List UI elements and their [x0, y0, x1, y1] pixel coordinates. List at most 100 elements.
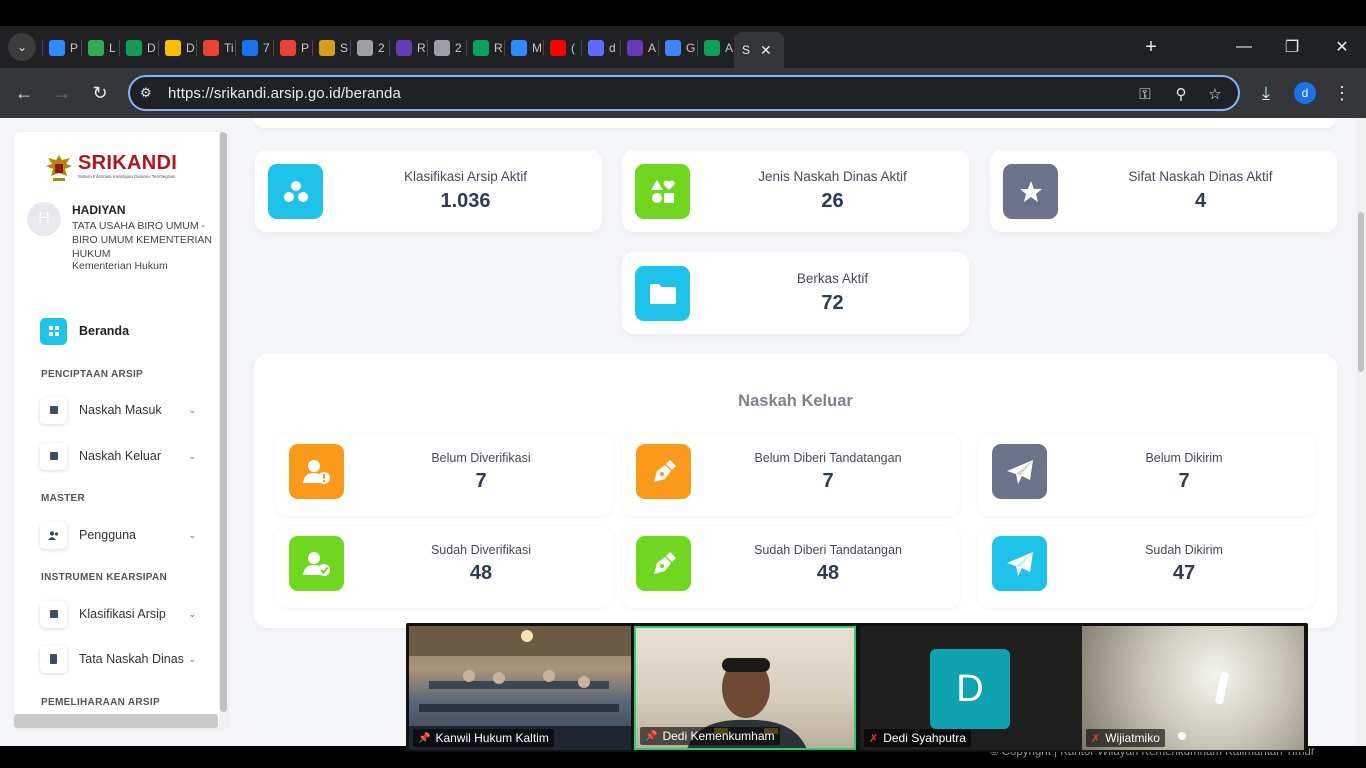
url-text[interactable]: https://srikandi.arsip.go.id/beranda — [168, 85, 401, 102]
browser-tab[interactable]: D — [161, 34, 201, 62]
gmail-icon — [203, 40, 219, 56]
tab-title: d — [609, 41, 616, 55]
browser-tab[interactable]: 7 — [238, 34, 278, 62]
d-round-icon — [588, 40, 604, 56]
navigation-bar: ← → ↻ ⚙ https://srikandi.arsip.go.id/ber… — [0, 68, 1366, 118]
zoom-icon[interactable]: ⚲ — [1170, 83, 1192, 105]
stat-sifat-naskah-dinas[interactable]: Sifat Naskah Dinas Aktif 4 — [990, 150, 1337, 232]
participant-tile[interactable]: D ✗ Dedi Syahputra — [860, 626, 1082, 750]
chevron-down-icon: ⌄ — [188, 608, 196, 619]
card-sudah-diverifikasi[interactable]: Sudah Diverifikasi 48 — [275, 526, 613, 608]
pin-icon: 📌 — [645, 730, 658, 742]
section-penciptaan-arsip: PENCIPTAAN ARSIP — [41, 369, 144, 380]
sidebar-horizontal-scrollbar[interactable] — [14, 714, 218, 728]
page-scrollbar[interactable] — [1356, 118, 1366, 746]
stat-value: 72 — [821, 292, 844, 314]
browser-tab[interactable]: d — [584, 34, 624, 62]
menu-label: Naskah Keluar — [79, 449, 161, 463]
user-institution: Kementerian Hukum — [72, 260, 168, 272]
forward-button[interactable]: → — [48, 79, 76, 107]
card-belum-diberi-tandatangan[interactable]: Belum Diberi Tandatangan 7 — [622, 434, 960, 516]
video-call-strip: 📌 Kanwil Hukum Kaltim 📌 Dedi Kemenkumham D… — [406, 623, 1308, 752]
site-info-icon[interactable]: ⚙ — [140, 85, 156, 101]
password-key-icon[interactable]: ⚿ — [1134, 83, 1156, 105]
more-menu-icon[interactable]: ⋮ — [1328, 79, 1356, 107]
browser-tab[interactable]: A — [623, 34, 663, 62]
sidebar: SRIKANDI Sistem Informasi Kearsipan Dina… — [14, 132, 228, 728]
users-icon — [40, 521, 67, 549]
browser-tab[interactable]: P — [45, 34, 85, 62]
pin-icon: 📌 — [418, 732, 431, 744]
stat-berkas-aktif[interactable]: Berkas Aktif 72 — [622, 252, 969, 334]
tab-title: S — [742, 43, 751, 57]
tab-separator — [389, 40, 390, 56]
browser-tab[interactable]: S — [315, 34, 355, 62]
card-belum-dikirim[interactable]: Belum Dikirim 7 — [978, 434, 1316, 516]
menu-tata-naskah-dinas[interactable]: Tata Naskah Dinas ⌄ — [40, 645, 196, 673]
card-value: 7 — [822, 470, 834, 492]
download-icon[interactable]: ⤓ — [1252, 79, 1280, 107]
new-tab-button[interactable]: + — [1138, 34, 1164, 60]
stat-jenis-naskah-dinas[interactable]: Jenis Naskah Dinas Aktif 26 — [622, 150, 969, 232]
close-tab-icon[interactable]: ✕ — [760, 42, 772, 59]
forms-icon — [396, 40, 412, 56]
participant-tile[interactable]: 📌 Kanwil Hukum Kaltim — [409, 626, 631, 750]
close-window-button[interactable]: ✕ — [1322, 34, 1362, 60]
menu-pengguna[interactable]: Pengguna ⌄ — [40, 521, 196, 549]
tab-title: A — [648, 41, 657, 55]
tab-separator — [504, 40, 505, 56]
participant-name: 📌 Dedi Kemenkumham — [640, 727, 780, 745]
page-scrollbar-thumb[interactable] — [1358, 212, 1364, 372]
paper-plane-icon — [992, 444, 1047, 499]
card-label: Belum Dikirim — [1145, 451, 1223, 465]
browser-tab[interactable]: ( — [546, 34, 586, 62]
browser-tab[interactable]: 2 — [430, 34, 470, 62]
card-sudah-diberi-tandatangan[interactable]: Sudah Diberi Tandatangan 48 — [622, 526, 960, 608]
bookmark-star-icon[interactable]: ☆ — [1204, 83, 1226, 105]
zoom-icon — [511, 40, 527, 56]
app-logo[interactable]: SRIKANDI Sistem Informasi Kearsipan Dina… — [44, 152, 177, 186]
browser-tab[interactable]: L — [84, 34, 124, 62]
participant-tile[interactable]: ✗ Wijiatmiko — [1082, 626, 1304, 750]
browser-tab[interactable]: 2 — [353, 34, 393, 62]
youtube-icon — [550, 40, 566, 56]
menu-beranda[interactable]: Beranda — [40, 317, 196, 345]
browser-tab[interactable]: R — [469, 34, 509, 62]
card-label: Belum Diverifikasi — [431, 451, 531, 465]
back-button[interactable]: ← — [10, 79, 38, 107]
menu-naskah-keluar[interactable]: Naskah Keluar ⌄ — [40, 442, 196, 470]
stat-value: 26 — [821, 190, 844, 212]
card-belum-diverifikasi[interactable]: Belum Diverifikasi 7 — [275, 434, 613, 516]
card-sudah-dikirim[interactable]: Sudah Dikirim 47 — [978, 526, 1316, 608]
browser-tab[interactable]: M — [507, 34, 547, 62]
forms-icon — [627, 40, 643, 56]
reload-button[interactable]: ↻ — [86, 79, 114, 107]
tab-search-button[interactable]: ⌄ — [8, 33, 36, 61]
participant-name: ✗ Wijiatmiko — [1086, 729, 1165, 747]
browser-tab[interactable]: P — [276, 34, 316, 62]
stat-value: 1.036 — [440, 190, 491, 212]
sidebar-scrollbar[interactable] — [219, 132, 228, 728]
browser-tab[interactable]: Ti — [199, 34, 239, 62]
profile-avatar[interactable]: d — [1294, 82, 1316, 104]
user-name: HADIYAN — [72, 203, 126, 217]
stat-klasifikasi-arsip[interactable]: Klasifikasi Arsip Aktif 1.036 — [255, 150, 602, 232]
menu-klasifikasi-arsip[interactable]: Klasifikasi Arsip ⌄ — [40, 600, 196, 628]
tab-separator — [81, 40, 82, 56]
browser-tab[interactable]: G — [661, 34, 701, 62]
minimize-button[interactable]: — — [1224, 34, 1264, 60]
sheets-icon — [704, 40, 720, 56]
zoom-icon — [49, 40, 65, 56]
address-bar[interactable]: ⚙ https://srikandi.arsip.go.id/beranda ⚿… — [128, 75, 1240, 111]
restore-button[interactable]: ❐ — [1272, 34, 1312, 60]
sidebar-scrollbar-thumb[interactable] — [220, 132, 227, 712]
tab-separator — [312, 40, 313, 56]
participant-tile[interactable]: 📌 Dedi Kemenkumham — [634, 626, 856, 750]
participant-name: 📌 Kanwil Hukum Kaltim — [413, 729, 554, 747]
archive-box-icon — [40, 600, 67, 628]
browser-tab[interactable]: R — [392, 34, 432, 62]
menu-naskah-masuk[interactable]: Naskah Masuk ⌄ — [40, 396, 196, 424]
browser-tab[interactable]: D — [122, 34, 162, 62]
card-label: Sudah Diverifikasi — [430, 543, 532, 557]
active-browser-tab[interactable]: S ✕ — [734, 32, 784, 68]
